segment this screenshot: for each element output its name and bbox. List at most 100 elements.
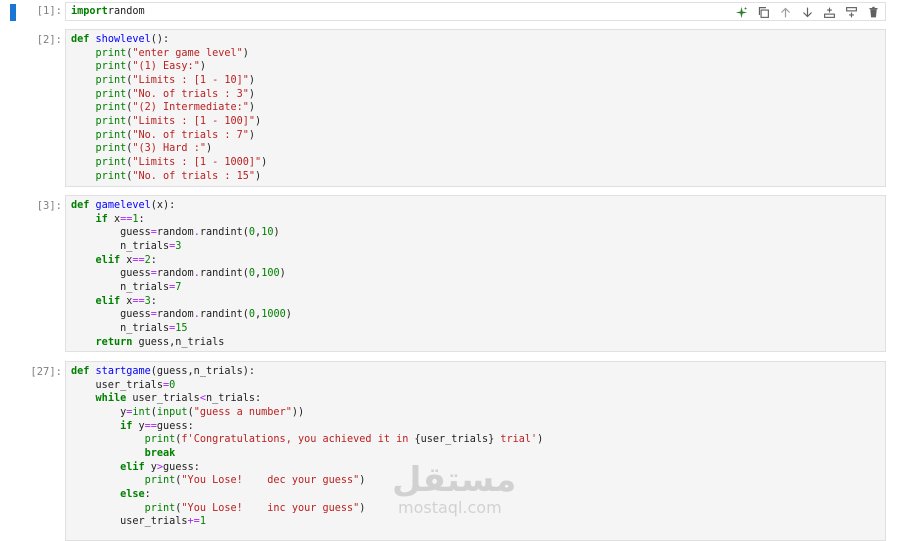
- code-token: def: [71, 366, 90, 377]
- code-line: def showlevel():: [71, 33, 885, 47]
- code-token: x: [107, 213, 121, 225]
- code-token: print: [95, 143, 127, 155]
- code-token: if: [120, 420, 133, 432]
- code-token: 0: [169, 379, 176, 391]
- code-token: if: [95, 213, 108, 225]
- code-line: print("enter game level"): [71, 47, 885, 61]
- code-token: elif: [95, 254, 121, 266]
- code-line: print("Limits : [1 - 100]"): [71, 115, 885, 129]
- code-token: ): [279, 268, 286, 280]
- code-token: ():: [150, 34, 170, 45]
- watermark-latin: mostaql.com: [398, 498, 502, 517]
- code-token: guess: [71, 309, 151, 321]
- code-token: print: [144, 475, 176, 487]
- insert-below-icon[interactable]: [842, 3, 860, 21]
- code-token: ): [359, 475, 366, 487]
- cell-editor[interactable]: def gamelevel(x): if x==1: guess=random.…: [65, 195, 886, 352]
- code-cell-3[interactable]: [3]: def gamelevel(x): if x==1: guess=ra…: [0, 195, 904, 352]
- code-token: user_trials: [71, 516, 188, 528]
- code-token: :: [150, 295, 157, 307]
- code-token: print: [144, 502, 176, 514]
- code-token: print: [95, 47, 127, 59]
- code-token: guess: [71, 268, 151, 280]
- code-token: random: [107, 6, 145, 17]
- code-token: "(2) Intermediate:": [132, 102, 249, 114]
- code-token: elif: [120, 461, 145, 473]
- code-token: guess:: [156, 420, 194, 432]
- code-token: "Limits : [1 - 100]": [132, 115, 256, 127]
- code-token: ): [261, 156, 268, 168]
- code-token: def: [71, 200, 90, 211]
- code-token: 100: [261, 268, 280, 280]
- code-token: def: [71, 34, 90, 45]
- code-token: randint(: [199, 268, 249, 280]
- code-token: ==: [144, 420, 157, 432]
- code-line: print("No. of trials : 7"): [71, 129, 885, 143]
- code-token: print: [95, 88, 127, 100]
- move-up-icon[interactable]: [776, 3, 794, 21]
- code-token: ): [537, 434, 544, 446]
- code-token: 1: [199, 516, 206, 528]
- code-token: "(3) Hard :": [132, 143, 206, 155]
- code-line: n_trials=3: [71, 240, 885, 254]
- move-down-icon[interactable]: [798, 3, 816, 21]
- code-token: "No. of trials : 3": [132, 88, 249, 100]
- code-token: x: [120, 295, 133, 307]
- code-token: user_trials: [71, 379, 164, 391]
- code-token: return: [95, 336, 133, 348]
- code-token: y: [132, 420, 145, 432]
- delete-icon[interactable]: [864, 3, 882, 21]
- code-token: else: [120, 488, 145, 500]
- code-token: ): [248, 129, 256, 141]
- code-line: if x==1:: [71, 213, 885, 227]
- code-token: gamelevel: [95, 200, 151, 211]
- code-token: )): [291, 406, 305, 418]
- sparkle-icon[interactable]: [732, 3, 750, 21]
- code-token: :: [150, 254, 157, 266]
- code-token: f'Congratulations, you achieved it in: [181, 434, 415, 446]
- code-token: n_trials: [71, 281, 170, 293]
- code-line: n_trials=7: [71, 281, 885, 295]
- code-line: guess=random.randint(0,1000): [71, 308, 885, 322]
- code-line: while user_trials<n_trials:: [71, 392, 885, 406]
- code-token: ): [359, 502, 366, 514]
- code-token: ): [242, 47, 249, 59]
- code-token: x: [120, 254, 133, 266]
- code-line: break: [71, 447, 885, 461]
- code-line: guess=random.randint(0,100): [71, 267, 885, 281]
- code-token: (guess,n_trials):: [150, 366, 256, 377]
- code-token: elif: [95, 295, 121, 307]
- code-token: 1000: [261, 309, 286, 321]
- code-token: ): [248, 74, 256, 86]
- cell-editor[interactable]: def showlevel(): print("enter game level…: [65, 29, 886, 187]
- code-line: print("No. of trials : 3"): [71, 88, 885, 102]
- code-token: n_trials:: [205, 393, 262, 405]
- insert-above-icon[interactable]: [820, 3, 838, 21]
- code-token: 15: [175, 322, 188, 334]
- code-cell-1[interactable]: [1]: importrandom: [0, 0, 904, 24]
- code-token: print: [95, 74, 127, 86]
- code-token: "Limits : [1 - 1000]": [132, 156, 262, 168]
- code-token: ): [255, 170, 262, 182]
- code-token: "(1) Easy:": [132, 61, 200, 73]
- code-cell-2[interactable]: [2]: def showlevel(): print("enter game …: [0, 29, 904, 187]
- duplicate-icon[interactable]: [754, 3, 772, 21]
- code-token: randint(: [199, 309, 249, 321]
- code-token: while: [95, 393, 127, 405]
- code-token: "guess a number": [193, 406, 292, 418]
- code-token: randint(: [199, 227, 249, 239]
- code-line: user_trials=0: [71, 379, 885, 393]
- code-token: "No. of trials : 7": [132, 129, 249, 141]
- code-token: "You Lose! dec your guess": [181, 475, 360, 487]
- code-token: guess,n_trials: [132, 336, 225, 348]
- code-token: ): [248, 102, 256, 114]
- code-line: print("No. of trials : 15"): [71, 170, 885, 184]
